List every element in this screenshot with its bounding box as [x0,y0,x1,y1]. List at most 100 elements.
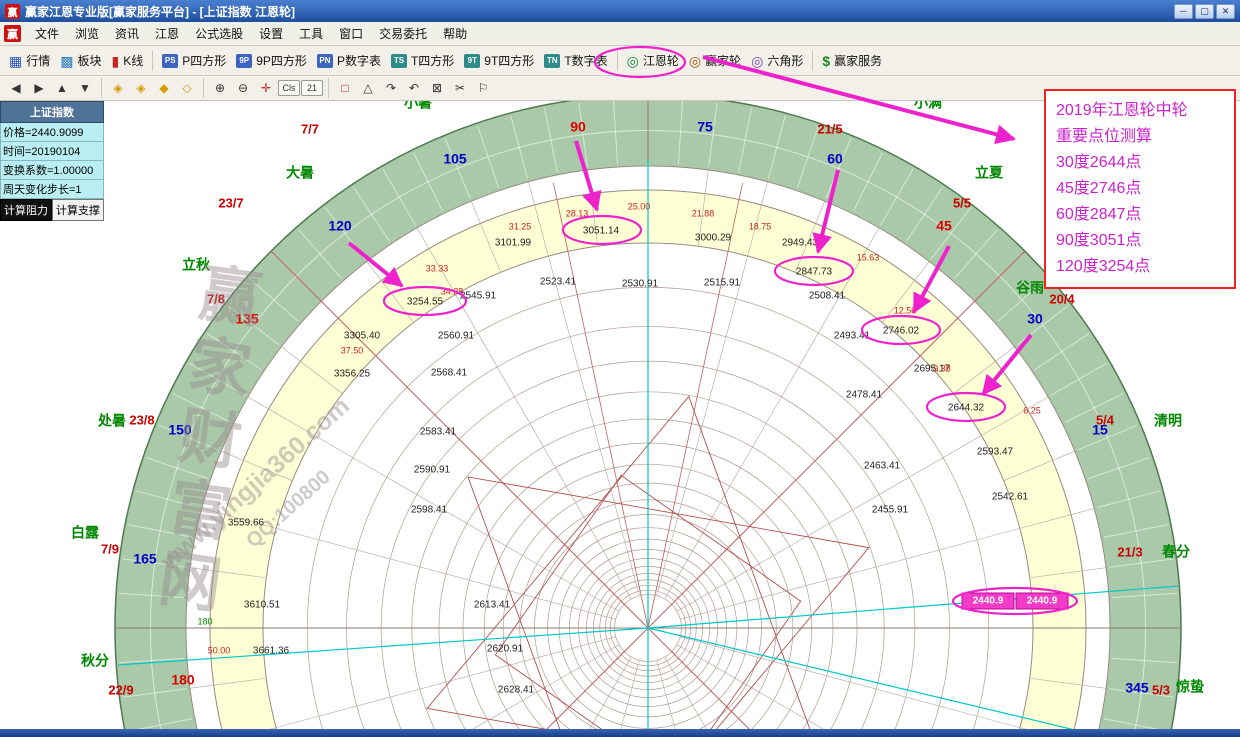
diamond-3-icon[interactable]: ◆ [153,78,175,98]
minimize-button[interactable]: ─ [1174,4,1193,19]
wheel-price-label: 2523.41 [540,277,577,288]
wheel-price-label: 2593.47 [977,447,1014,458]
wheel-price-label: 2455.91 [872,505,909,516]
wheel-degree-label: 9.38 [933,363,951,373]
toolbar-button-label: 9P四方形 [256,52,307,69]
menu-item-公式选股[interactable]: 公式选股 [187,21,251,46]
close-button[interactable]: ✕ [1216,4,1235,19]
scissors-icon[interactable]: ✂ [449,78,471,98]
diamond-2-icon[interactable]: ◈ [130,78,152,98]
wheel-price-label: 2545.91 [460,291,497,302]
pin-icon[interactable]: ✛ [255,78,277,98]
wheel-price-label: 2613.41 [474,600,511,611]
menu-item-文件[interactable]: 文件 [27,21,67,46]
wheel-price-label: 2590.91 [414,465,451,476]
solar-date-label: 23/7 [218,195,243,210]
wheel-price-label: 2644.32 [948,403,985,414]
wheel-degree-label: 25.00 [628,201,651,211]
solar-term-label: 小暑 [404,101,432,111]
wheel-price-label: 2515.91 [704,278,741,289]
wheel-angle-label: 165 [133,551,157,567]
menu-items: 文件浏览资讯江恩公式选股设置工具窗口交易委托帮助 [27,21,475,46]
calendar-icon[interactable]: 21 [301,80,323,96]
9p-square-icon: 9P [236,54,252,68]
solar-date-label: 20/4 [1049,291,1075,306]
wheel-price-label: 2568.41 [431,368,468,379]
maximize-button[interactable]: ▢ [1195,4,1214,19]
toolbar-button-label: 行情 [26,52,50,69]
toolbar-button-t-square[interactable]: TST四方形 [386,49,459,72]
toolbar-button-p-table[interactable]: PNP数字表 [312,49,386,72]
rect-tool-icon[interactable]: □ [334,78,356,98]
menu-item-窗口[interactable]: 窗口 [331,21,371,46]
triangle-tool-icon[interactable]: △ [357,78,379,98]
diamond-4-icon[interactable]: ◇ [176,78,198,98]
solar-term-label: 秋分 [81,653,109,669]
menu-item-交易委托[interactable]: 交易委托 [371,21,435,46]
zoom-out-icon[interactable]: ⊖ [232,78,254,98]
wheel-degree-label: 21.88 [692,208,715,218]
clear-icon[interactable]: Cls [278,80,300,96]
p-square-icon: PS [162,54,178,68]
menu-item-帮助[interactable]: 帮助 [435,21,475,46]
toolbar-button-p-square[interactable]: PSP四方形 [157,49,231,72]
toolbar-button-9t-square[interactable]: 9T9T四方形 [459,49,539,72]
menu-logo-icon: 赢 [4,25,21,42]
rotate-cw-icon[interactable]: ↷ [380,78,402,98]
toolbar-button-hexagon[interactable]: ◎六角形 [746,49,808,72]
annotation-line: 90度3051点 [1056,228,1224,254]
hexagon-icon: ◎ [751,54,763,68]
toolbar-button-gann-wheel[interactable]: ◎江恩轮 [622,49,684,72]
t-square-icon: TS [391,54,407,68]
rotate-ccw-icon[interactable]: ↶ [403,78,425,98]
taskbar-strip [0,729,1240,737]
toolbar-button-kline[interactable]: ▮K线 [107,49,149,72]
toolbar-button-winner-service[interactable]: $赢家服务 [817,49,887,72]
wheel-angle-label: 45 [936,218,952,234]
solar-term-label: 白露 [71,525,100,541]
solar-term-label: 谷雨 [1016,280,1044,296]
wheel-angle-label: 60 [827,151,843,167]
annotation-line: 2019年江恩轮中轮 [1056,98,1224,124]
wheel-degree-label: 18.75 [749,221,772,231]
toolbar-button-sectors[interactable]: ▩板块 [55,49,106,72]
menu-item-设置[interactable]: 设置 [251,21,291,46]
wheel-angle-label: 135 [235,311,259,327]
solar-term-label: 立秋 [182,257,211,273]
wheel-angle-label: 30 [1027,311,1043,327]
wheel-angle-label: 105 [443,151,467,167]
toolbar-button-label: K线 [123,52,143,69]
menu-item-资讯[interactable]: 资讯 [107,21,147,46]
menu-item-浏览[interactable]: 浏览 [67,21,107,46]
menu-item-工具[interactable]: 工具 [291,21,331,46]
toolbar-button-t-table[interactable]: TNT数字表 [539,49,612,72]
pointer-up-icon[interactable]: ▲ [51,78,73,98]
flag-icon[interactable]: ⚐ [472,78,494,98]
toolbar-button-label: 板块 [77,52,101,69]
back-icon[interactable]: ◀ [5,78,27,98]
forward-icon[interactable]: ▶ [28,78,50,98]
current-price-value: 2440.9 [1027,596,1058,607]
delete-tool-icon[interactable]: ⊠ [426,78,448,98]
annotation-line: 45度2746点 [1056,176,1224,202]
menu-item-江恩[interactable]: 江恩 [147,21,187,46]
wheel-price-label: 3356.25 [334,369,371,380]
toolbar-separator [101,78,102,98]
window-title: 赢家江恩专业版[赢家服务平台] - [上证指数 江恩轮] [25,3,295,20]
panel-title: 上证指数 [0,101,104,123]
window-controls: ─▢✕ [1174,4,1235,19]
zoom-in-icon[interactable]: ⊕ [209,78,231,98]
wheel-price-label: 3661.36 [253,646,290,657]
calc-support-button[interactable]: 计算支撑 [52,199,104,221]
filter-icon[interactable]: ▼ [74,78,96,98]
toolbar-button-winner-wheel[interactable]: ◎赢家轮 [684,49,746,72]
toolbar-button-quotes[interactable]: ▦行情 [4,49,55,72]
diamond-1-icon[interactable]: ◈ [107,78,129,98]
toolbar-button-9p-square[interactable]: 9P 9P四方形 [231,49,312,72]
p-table-icon: PN [317,54,333,68]
calc-resistance-button[interactable]: 计算阻力 [0,199,52,221]
wheel-price-label: 3000.29 [695,233,732,244]
9t-square-icon: 9T [464,54,480,68]
wheel-price-label: 2620.91 [487,644,524,655]
app-window: 赢 赢家江恩专业版[赢家服务平台] - [上证指数 江恩轮] ─▢✕ 赢 文件浏… [0,0,1240,737]
